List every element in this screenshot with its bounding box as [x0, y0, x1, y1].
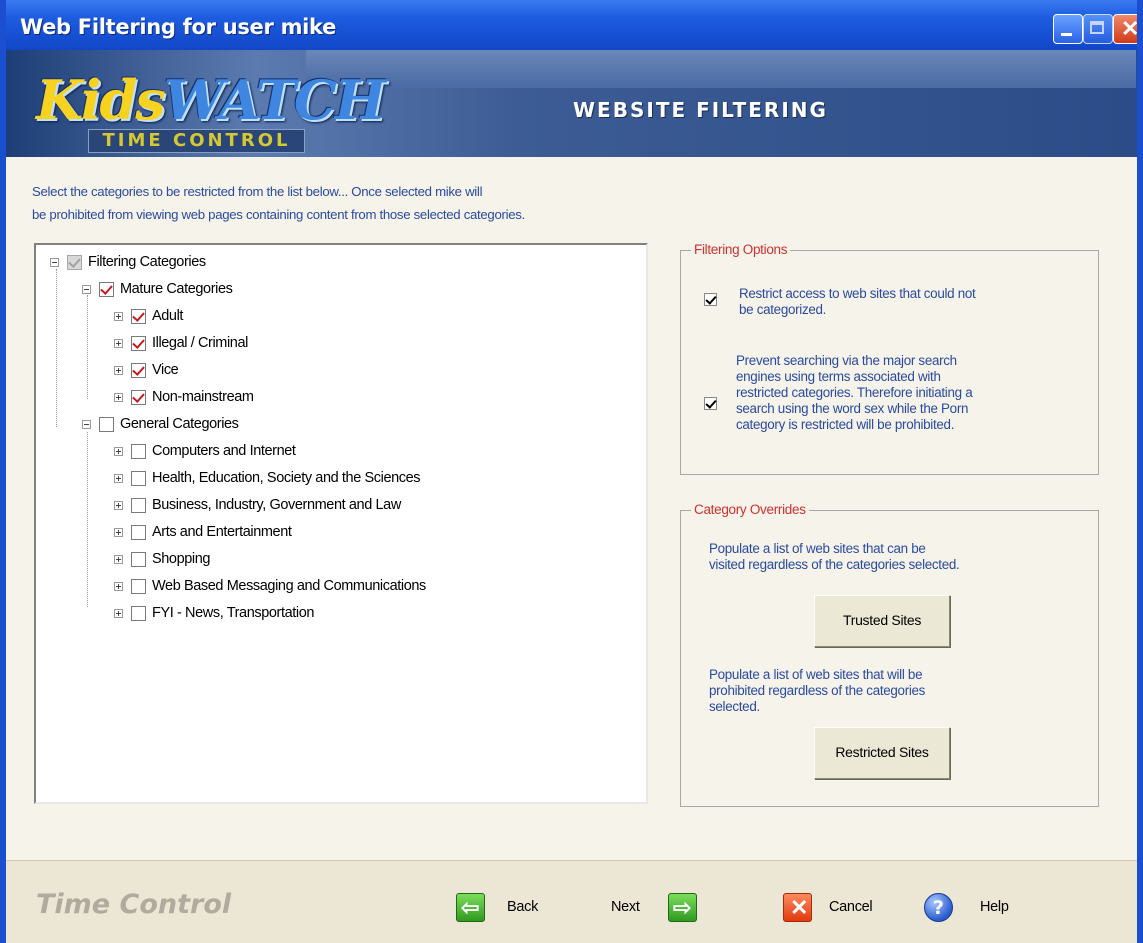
checkbox-vice[interactable] [131, 362, 146, 378]
checkbox-illegal-criminal[interactable] [131, 335, 146, 351]
tree-node-non-mainstream[interactable]: Non-mainstream [114, 386, 254, 408]
close-window-button[interactable]: ✕ [1113, 14, 1140, 44]
maximize-button[interactable] [1083, 14, 1113, 44]
tree-node-label: Business, Industry, Government and Law [152, 497, 401, 513]
close-icon[interactable]: ✕ [783, 893, 812, 922]
checkbox-non-mainstream[interactable] [131, 389, 146, 405]
tree-node-label: FYI - News, Transportation [152, 605, 315, 621]
checkbox-filtering-categories[interactable] [67, 254, 82, 270]
right-arrow-icon[interactable]: ⇨ [668, 893, 697, 922]
left-arrow-icon[interactable]: ⇦ [456, 893, 485, 922]
tree-node-label: Non-mainstream [152, 389, 254, 405]
next-button[interactable]: Next [611, 899, 640, 915]
expand-icon[interactable] [114, 500, 123, 510]
category-overrides-group: Category Overrides Populate a list of we… [680, 502, 1099, 807]
tree-node-label: Shopping [152, 551, 211, 567]
tree-node-mature-categories[interactable]: Mature Categories [82, 278, 233, 300]
category-overrides-legend: Category Overrides [691, 502, 809, 517]
help-icon[interactable]: ? [924, 893, 953, 922]
title-bar: Web Filtering for user mike ✕ [6, 0, 1140, 50]
tree-node-business-industry[interactable]: Business, Industry, Government and Law [114, 494, 401, 516]
footer-brand: Time Control [36, 889, 232, 920]
close-icon: ✕ [1121, 16, 1140, 41]
tree-line [87, 432, 88, 607]
tree-node-label: Mature Categories [120, 281, 233, 297]
trusted-sites-button[interactable]: Trusted Sites [814, 595, 950, 647]
kidswatch-logo: KidsWATCH [36, 68, 386, 132]
checkbox-adult[interactable] [131, 308, 146, 324]
window-title: Web Filtering for user mike [20, 15, 337, 39]
expand-icon[interactable] [114, 338, 123, 348]
restricted-sites-description: Populate a list of web sites that will b… [709, 667, 926, 714]
minimize-button[interactable] [1053, 14, 1083, 44]
checkbox-mature-categories[interactable] [99, 281, 114, 297]
tree-node-label: Web Based Messaging and Communications [152, 578, 426, 594]
tree-node-shopping[interactable]: Shopping [114, 548, 210, 570]
filtering-options-group: Filtering Options Restrict access to web… [680, 242, 1099, 475]
tree-line [87, 295, 88, 399]
instructions: Select the categories to be restricted f… [32, 180, 752, 226]
tree-node-vice[interactable]: Vice [114, 359, 179, 381]
restrict-uncategorized-checkbox[interactable] [704, 293, 717, 306]
collapse-icon[interactable] [50, 257, 59, 267]
checkbox-fyi-news[interactable] [131, 605, 146, 621]
tree-node-filtering-categories[interactable]: Filtering Categories [50, 251, 206, 273]
banner-strip [306, 50, 1136, 88]
tree-node-label: Illegal / Criminal [152, 335, 248, 351]
footer-nav-bar: Time Control ⇦ Back Next ⇨ ✕ Cancel ? He… [6, 860, 1137, 943]
tree-node-arts-entertainment[interactable]: Arts and Entertainment [114, 521, 292, 543]
expand-icon[interactable] [114, 365, 123, 375]
tree-node-general-categories[interactable]: General Categories [82, 413, 239, 435]
checkbox-general-categories[interactable] [99, 416, 114, 432]
wizard-window: Web Filtering for user mike ✕ KidsWATCH … [0, 0, 1143, 943]
restrict-uncategorized-label[interactable]: Restrict access to web sites that could … [739, 286, 976, 318]
checkbox-shopping[interactable] [131, 551, 146, 567]
checkbox-health-education[interactable] [131, 470, 146, 486]
prevent-search-checkbox[interactable] [704, 397, 717, 410]
checkbox-web-messaging[interactable] [131, 578, 146, 594]
expand-icon[interactable] [114, 554, 123, 564]
tree-node-health-education[interactable]: Health, Education, Society and the Scien… [114, 467, 421, 489]
cancel-button[interactable]: Cancel [829, 899, 873, 915]
checkbox-arts-entertainment[interactable] [131, 524, 146, 540]
expand-icon[interactable] [114, 608, 123, 618]
help-button[interactable]: Help [980, 899, 1009, 915]
expand-icon[interactable] [114, 473, 123, 483]
trusted-sites-description: Populate a list of web sites that can be… [709, 541, 960, 572]
tree-node-web-messaging[interactable]: Web Based Messaging and Communications [114, 575, 426, 597]
tree-node-illegal-criminal[interactable]: Illegal / Criminal [114, 332, 248, 354]
checkbox-computers-internet[interactable] [131, 443, 146, 459]
prevent-search-label[interactable]: Prevent searching via the major search e… [736, 353, 973, 433]
expand-icon[interactable] [114, 311, 123, 321]
instructions-line-1: Select the categories to be restricted f… [32, 184, 483, 199]
tree-node-label: Arts and Entertainment [152, 524, 292, 540]
collapse-icon[interactable] [82, 284, 91, 294]
category-tree[interactable]: Filtering Categories Mature Categories A… [34, 243, 648, 804]
page-title: WEBSITE FILTERING [573, 98, 828, 122]
expand-icon[interactable] [114, 581, 123, 591]
back-button[interactable]: Back [507, 899, 538, 915]
tree-node-fyi-news[interactable]: FYI - News, Transportation [114, 602, 314, 624]
header-banner: KidsWATCH TIME CONTROL WEBSITE FILTERING [6, 50, 1137, 157]
tree-node-label: Vice [152, 362, 179, 378]
tree-node-label: Adult [152, 308, 184, 324]
instructions-line-2: be prohibited from viewing web pages con… [32, 207, 525, 222]
tree-node-computers-internet[interactable]: Computers and Internet [114, 440, 296, 462]
logo-subtitle: TIME CONTROL [88, 129, 305, 153]
tree-line [56, 269, 57, 427]
tree-node-label: Health, Education, Society and the Scien… [152, 470, 421, 486]
expand-icon[interactable] [114, 392, 123, 402]
expand-icon[interactable] [114, 446, 123, 456]
tree-node-adult[interactable]: Adult [114, 305, 183, 327]
expand-icon[interactable] [114, 527, 123, 537]
collapse-icon[interactable] [82, 419, 91, 429]
checkbox-business-industry[interactable] [131, 497, 146, 513]
tree-node-label: General Categories [120, 416, 239, 432]
tree-node-label: Filtering Categories [88, 254, 206, 270]
restricted-sites-button[interactable]: Restricted Sites [814, 727, 950, 779]
tree-node-label: Computers and Internet [152, 443, 296, 459]
filtering-options-legend: Filtering Options [691, 242, 791, 257]
